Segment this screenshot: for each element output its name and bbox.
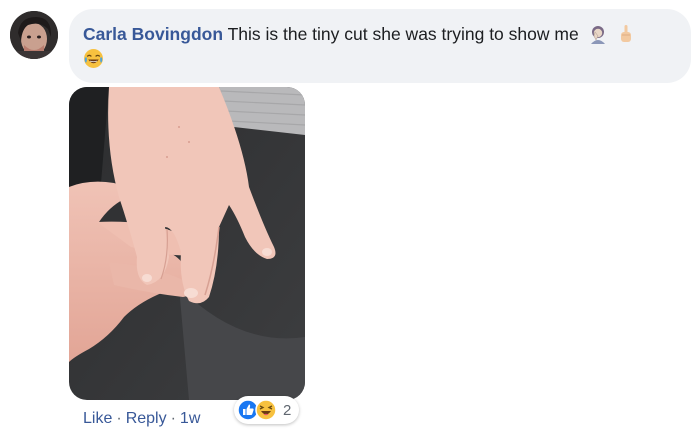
comment-bubble: Carla Bovingdon This is the tiny cut she… bbox=[69, 9, 691, 83]
reaction-count: 2 bbox=[283, 401, 292, 419]
comment-timestamp[interactable]: 1w bbox=[180, 410, 200, 427]
reply-link[interactable]: Reply bbox=[126, 410, 167, 427]
woman-facepalming-icon bbox=[590, 26, 605, 44]
joy-emoji-icon bbox=[84, 49, 103, 68]
comment-first-line: Carla Bovingdon This is the tiny cut she… bbox=[83, 22, 677, 46]
action-separator: · bbox=[170, 410, 176, 427]
like-link[interactable]: Like bbox=[83, 410, 112, 427]
avatar[interactable] bbox=[10, 11, 58, 59]
comment-author-link[interactable]: Carla Bovingdon bbox=[83, 24, 223, 44]
pointing-up-icon bbox=[621, 25, 632, 42]
comment-photo[interactable] bbox=[69, 87, 305, 400]
comment-actions: Like · Reply · 1w bbox=[83, 410, 200, 428]
comment-second-line bbox=[83, 48, 677, 76]
haha-reaction-icon bbox=[255, 399, 277, 421]
reactions-summary[interactable]: 2 bbox=[234, 396, 300, 424]
comment-text: This is the tiny cut she was trying to s… bbox=[227, 24, 579, 44]
photo-image bbox=[69, 87, 305, 400]
action-separator: · bbox=[116, 410, 122, 427]
avatar-photo-icon bbox=[10, 11, 58, 59]
